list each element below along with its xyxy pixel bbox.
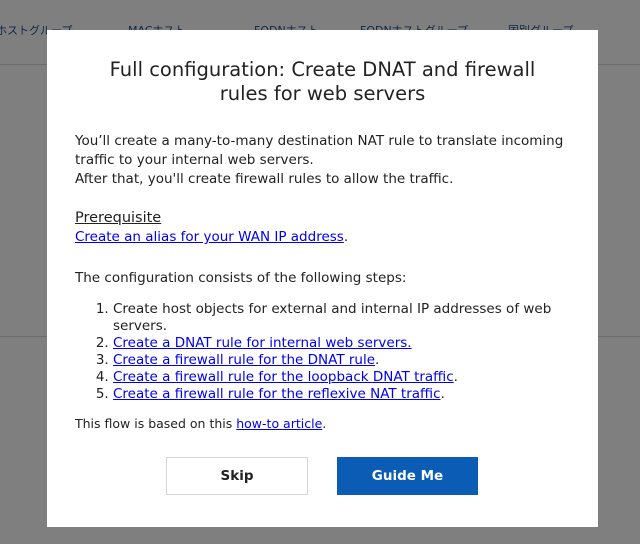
step-suffix: .	[375, 352, 380, 368]
modal-title: Full configuration: Create DNAT and fire…	[109, 58, 536, 105]
how-to-article-link[interactable]: how-to article	[236, 416, 322, 431]
skip-button[interactable]: Skip	[166, 457, 308, 495]
step-suffix: .	[453, 369, 458, 385]
step-item: Create a DNAT rule for internal web serv…	[113, 335, 570, 352]
footer-prefix: This flow is based on this	[75, 416, 237, 431]
step-item: Create a firewall rule for the DNAT rule…	[113, 352, 570, 369]
step-link-firewall-reflexive[interactable]: Create a firewall rule for the reflexive…	[113, 386, 441, 402]
prerequisite-heading: Prerequisite	[75, 210, 162, 226]
step-item: Create host objects for external and int…	[113, 301, 570, 335]
guide-me-button[interactable]: Guide Me	[337, 457, 478, 495]
configuration-modal: Full configuration: Create DNAT and fire…	[47, 30, 598, 527]
intro-line: After that, you'll create firewall rules…	[75, 171, 454, 187]
intro-line: You’ll create a many-to-many destination…	[75, 133, 564, 168]
prerequisite-link[interactable]: Create an alias for your WAN IP address	[75, 229, 344, 245]
intro-text: You’ll create a many-to-many destination…	[75, 132, 570, 189]
step-item: Create a firewall rule for the loopback …	[113, 369, 570, 386]
footer-note: This flow is based on this how-to articl…	[75, 415, 570, 432]
steps-list: Create host objects for external and int…	[75, 301, 570, 403]
step-suffix: .	[440, 386, 445, 402]
footer-suffix: .	[322, 416, 327, 431]
step-link-dnat-rule[interactable]: Create a DNAT rule for internal web serv…	[113, 335, 412, 351]
prerequisite-line: Create an alias for your WAN IP address.	[75, 228, 570, 247]
modal-buttons: Skip Guide Me	[47, 457, 598, 497]
step-link-firewall-loopback[interactable]: Create a firewall rule for the loopback …	[113, 369, 454, 385]
step-link-firewall-dnat[interactable]: Create a firewall rule for the DNAT rule	[113, 352, 375, 368]
step-text: Create host objects for external and int…	[113, 301, 552, 334]
prerequisite-suffix: .	[343, 229, 349, 245]
step-item: Create a firewall rule for the reflexive…	[113, 386, 570, 403]
steps-intro: The configuration consists of the follow…	[75, 270, 407, 286]
